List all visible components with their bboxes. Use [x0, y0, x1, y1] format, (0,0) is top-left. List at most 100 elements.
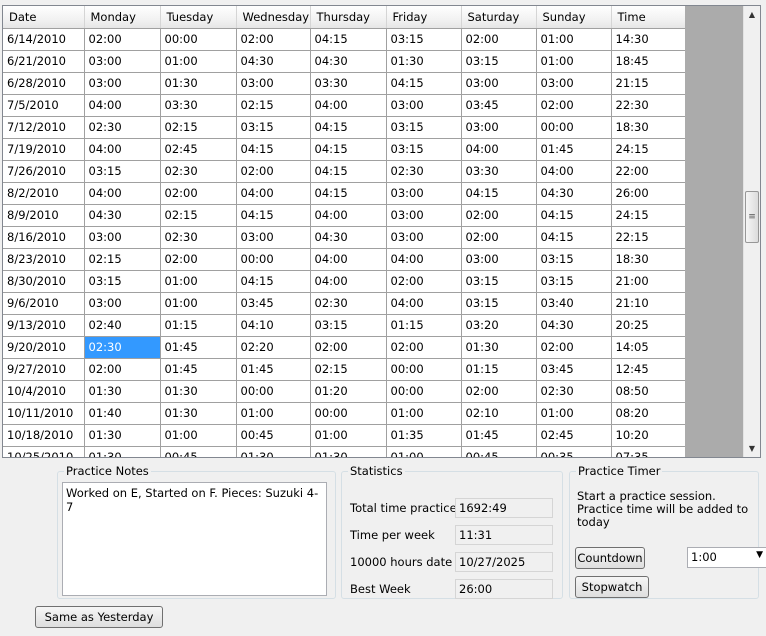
grid-cell[interactable]: 07:35 — [611, 446, 685, 457]
grid-cell[interactable]: 10/11/2010 — [3, 402, 85, 425]
grid-cell[interactable]: 04:30 — [310, 226, 387, 249]
grid-cell[interactable]: 02:00 — [461, 226, 537, 249]
grid-cell[interactable]: 02:15 — [160, 116, 237, 139]
table-row[interactable]: 7/12/2010 02:30 02:15 03:15 04:15 03:15 03:00 0… — [3, 116, 685, 139]
scroll-up-arrow-icon[interactable]: ▲ — [744, 6, 760, 23]
scroll-thumb[interactable]: ≡ — [745, 191, 759, 243]
vertical-scrollbar[interactable]: ▲ ≡ ▼ — [743, 6, 760, 457]
grid-cell[interactable]: 02:00 — [386, 270, 462, 293]
grid-cell[interactable]: 01:30 — [386, 50, 462, 73]
grid-cell[interactable]: 04:15 — [236, 270, 311, 293]
grid-cell[interactable]: 02:20 — [236, 336, 311, 359]
grid-cell[interactable]: 02:00 — [536, 94, 612, 117]
column-header-saturday[interactable]: Saturday — [461, 6, 537, 29]
grid-cell[interactable]: 02:00 — [461, 380, 537, 403]
grid-cell[interactable]: 03:00 — [386, 226, 462, 249]
table-row[interactable]: 6/21/2010 03:00 01:00 04:30 04:30 01:30 03:15 0… — [3, 50, 685, 73]
grid-cell[interactable]: 02:40 — [84, 314, 161, 337]
grid-cell[interactable]: 18:30 — [611, 116, 685, 139]
grid-cell[interactable]: 04:15 — [310, 116, 387, 139]
column-header-tuesday[interactable]: Tuesday — [160, 6, 237, 29]
grid-cell[interactable]: 01:00 — [160, 270, 237, 293]
grid-cell[interactable]: 03:45 — [236, 292, 311, 315]
grid-cell[interactable]: 04:00 — [536, 160, 612, 183]
grid-cell[interactable]: 03:15 — [310, 314, 387, 337]
grid-cell[interactable]: 03:00 — [84, 226, 161, 249]
grid-cell[interactable]: 04:30 — [236, 50, 311, 73]
grid-cell[interactable]: 01:15 — [386, 314, 462, 337]
grid-cell[interactable]: 03:00 — [84, 50, 161, 73]
grid-cell[interactable]: 02:00 — [310, 336, 387, 359]
grid-cell[interactable]: 02:10 — [461, 402, 537, 425]
grid-cell[interactable]: 21:15 — [611, 72, 685, 95]
grid-cell[interactable]: 01:30 — [310, 446, 387, 457]
grid-cell[interactable]: 02:30 — [160, 160, 237, 183]
grid-cell[interactable]: 01:30 — [84, 380, 161, 403]
grid-cell[interactable]: 03:15 — [461, 50, 537, 73]
grid-cell[interactable]: 04:00 — [84, 138, 161, 161]
grid-cell[interactable]: 03:15 — [236, 116, 311, 139]
grid-cell[interactable]: 01:00 — [236, 402, 311, 425]
grid-cell[interactable]: 00:45 — [160, 446, 237, 457]
grid-cell[interactable]: 04:15 — [236, 138, 311, 161]
grid-cell[interactable]: 03:15 — [386, 138, 462, 161]
grid-cell[interactable]: 00:00 — [236, 380, 311, 403]
grid-cell[interactable]: 8/30/2010 — [3, 270, 85, 293]
grid-cell[interactable]: 03:00 — [236, 226, 311, 249]
grid-cell[interactable]: 21:10 — [611, 292, 685, 315]
grid-cell[interactable]: 8/16/2010 — [3, 226, 85, 249]
grid-cell[interactable]: 01:30 — [160, 72, 237, 95]
grid-cell[interactable]: 01:15 — [160, 314, 237, 337]
grid-cell[interactable]: 01:00 — [160, 292, 237, 315]
grid-cell[interactable]: 01:00 — [386, 402, 462, 425]
grid-cell[interactable]: 01:45 — [160, 358, 237, 381]
grid-cell[interactable]: 01:30 — [236, 446, 311, 457]
grid-cell[interactable]: 00:00 — [386, 380, 462, 403]
grid-cell[interactable]: 10/18/2010 — [3, 424, 85, 447]
grid-cell[interactable]: 7/19/2010 — [3, 138, 85, 161]
grid-cell[interactable]: 01:45 — [236, 358, 311, 381]
grid-cell[interactable]: 01:30 — [160, 380, 237, 403]
grid-cell[interactable]: 01:30 — [160, 402, 237, 425]
grid-cell[interactable]: 6/14/2010 — [3, 28, 85, 51]
grid-cell[interactable]: 00:00 — [160, 28, 237, 51]
grid-cell[interactable]: 10/25/2010 — [3, 446, 85, 457]
table-row[interactable]: 8/23/2010 02:15 02:00 00:00 04:00 04:00 03:00 0… — [3, 248, 685, 271]
grid-cell[interactable]: 03:15 — [536, 270, 612, 293]
grid-cell[interactable]: 03:15 — [386, 116, 462, 139]
grid-cell[interactable]: 03:15 — [536, 248, 612, 271]
grid-cell[interactable]: 04:30 — [536, 182, 612, 205]
grid-cell[interactable]: 04:00 — [310, 204, 387, 227]
grid-cell[interactable]: 10:20 — [611, 424, 685, 447]
grid-cell[interactable]: 24:15 — [611, 204, 685, 227]
table-row[interactable]: 8/9/2010 04:30 02:15 04:15 04:00 03:00 02:00 04… — [3, 204, 685, 227]
table-row[interactable]: 10/25/2010 01:30 00:45 01:30 01:30 01:00 00:45… — [3, 446, 685, 457]
grid-cell[interactable]: 03:00 — [536, 72, 612, 95]
grid-cell[interactable]: 01:40 — [84, 402, 161, 425]
grid-cell[interactable]: 01:00 — [310, 424, 387, 447]
grid-cell[interactable]: 02:30 — [84, 116, 161, 139]
grid-cell[interactable]: 03:20 — [461, 314, 537, 337]
grid-cell[interactable]: 26:00 — [611, 182, 685, 205]
grid-cell[interactable]: 21:00 — [611, 270, 685, 293]
grid-cell[interactable]: 9/20/2010 — [3, 336, 85, 359]
grid-cell[interactable]: 03:00 — [461, 116, 537, 139]
grid-cell[interactable]: 04:00 — [84, 182, 161, 205]
countdown-duration-select[interactable]: 1:00 ▼ — [687, 547, 766, 568]
grid-cell[interactable]: 04:15 — [310, 182, 387, 205]
table-row[interactable]: 9/6/2010 03:00 01:00 03:45 02:30 04:00 03:15 03… — [3, 292, 685, 315]
grid-cell[interactable]: 20:25 — [611, 314, 685, 337]
table-row[interactable]: 8/30/2010 03:15 01:00 04:15 04:00 02:00 03:15 0… — [3, 270, 685, 293]
grid-cell[interactable]: 03:00 — [236, 72, 311, 95]
grid-cell[interactable]: 7/26/2010 — [3, 160, 85, 183]
same-as-yesterday-button[interactable]: Same as Yesterday — [35, 606, 163, 628]
grid-cell[interactable]: 8/2/2010 — [3, 182, 85, 205]
grid-cell[interactable]: 02:30 — [386, 160, 462, 183]
grid-cell[interactable]: 01:00 — [386, 446, 462, 457]
column-header-wednesday[interactable]: Wednesday — [236, 6, 311, 29]
grid-cell[interactable]: 01:45 — [461, 424, 537, 447]
grid-cell[interactable]: 02:45 — [160, 138, 237, 161]
grid-cell[interactable]: 02:30 — [84, 336, 161, 359]
grid-cell[interactable]: 01:45 — [160, 336, 237, 359]
grid-cell[interactable]: 01:00 — [536, 402, 612, 425]
